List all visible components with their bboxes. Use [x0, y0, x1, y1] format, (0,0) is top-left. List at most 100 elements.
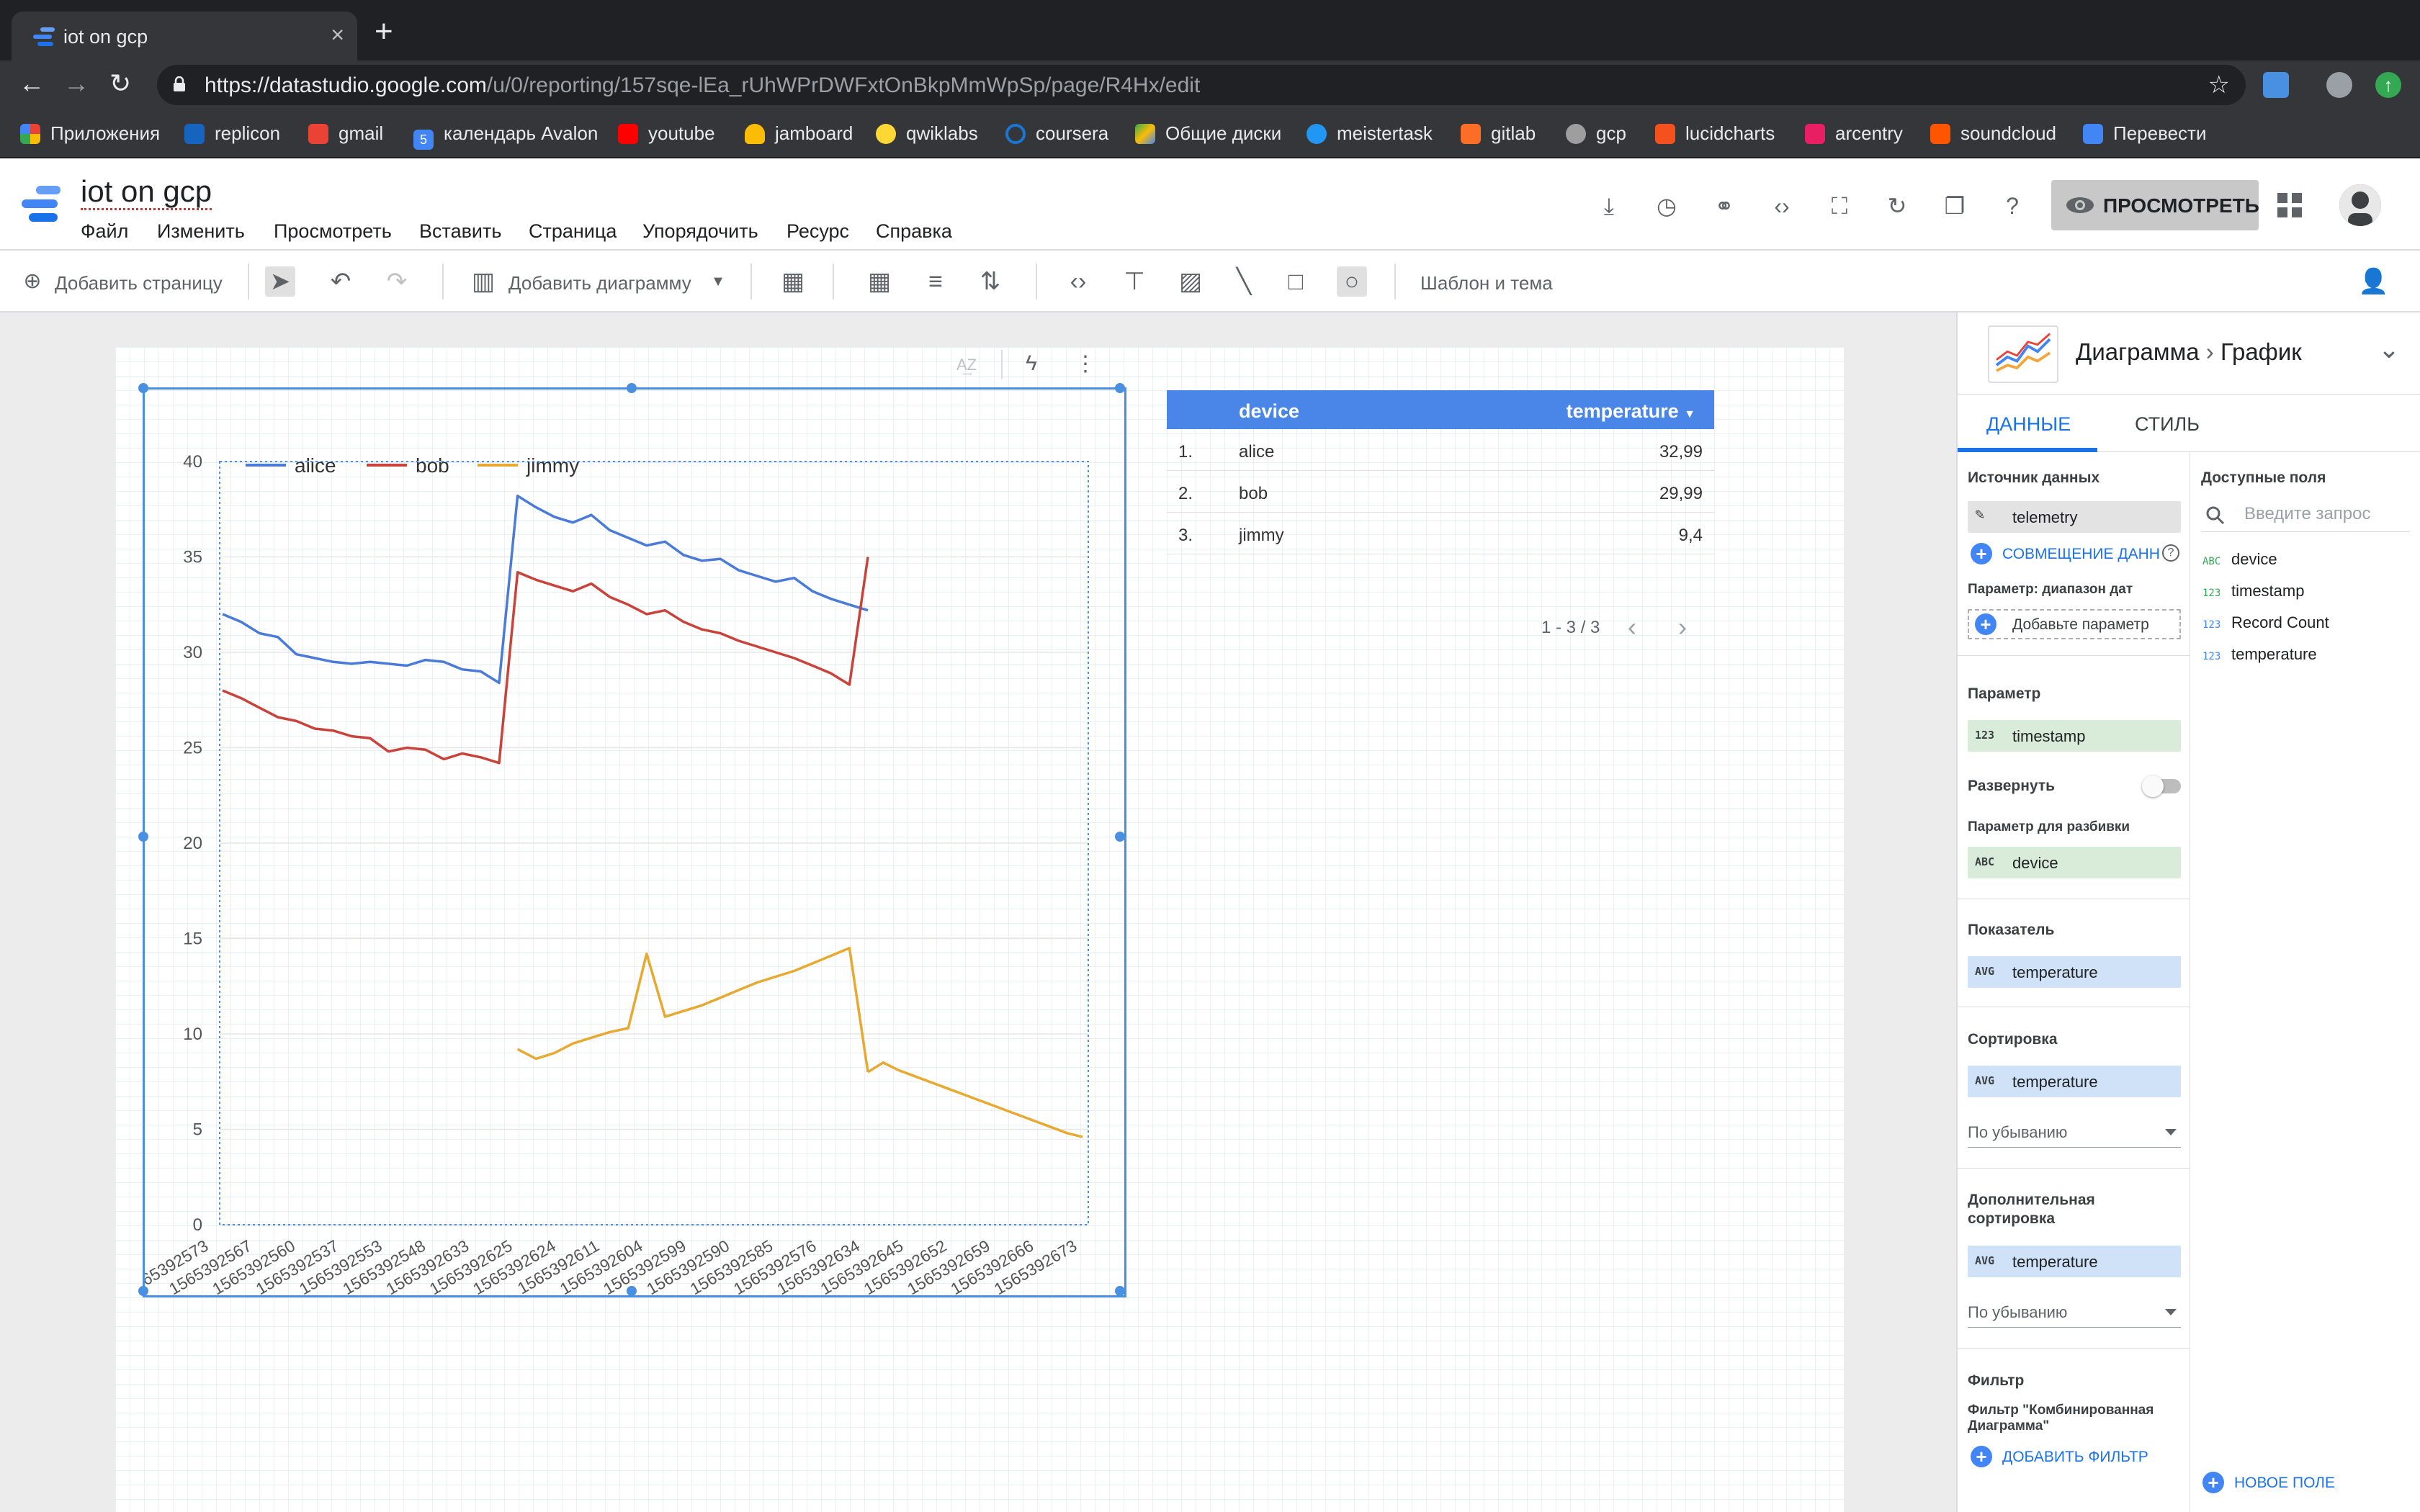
- new-tab-icon[interactable]: +: [375, 16, 393, 48]
- edit-pencil-icon[interactable]: ✎: [1975, 505, 1984, 523]
- bookmark-qwiklabs[interactable]: qwiklabs: [876, 122, 978, 145]
- bookmark-replicon[interactable]: replicon: [184, 122, 280, 145]
- expand-toggle[interactable]: [2142, 775, 2181, 797]
- next-page-icon[interactable]: ›: [1678, 612, 1687, 642]
- theme-button[interactable]: Шаблон и тема: [1420, 272, 1553, 294]
- sort-az-icon[interactable]: A͢Z: [956, 356, 977, 374]
- table-row[interactable]: 3. jimmy 9,4: [1167, 513, 1714, 554]
- undo-icon[interactable]: ↶: [326, 266, 356, 297]
- add-param-dropzone[interactable]: + Добавьте параметр: [1968, 609, 2181, 639]
- url-embed-icon[interactable]: ‹›: [1063, 266, 1093, 297]
- blend-add-icon[interactable]: +: [1971, 543, 1992, 564]
- field-search-input[interactable]: Введите запрос: [2244, 504, 2371, 524]
- chevron-down-icon[interactable]: ⌄: [2378, 334, 2400, 364]
- menu-page[interactable]: Страница: [529, 220, 617, 243]
- bookmark-apps[interactable]: Приложения: [20, 122, 160, 145]
- sort-order-select[interactable]: По убыванию: [1968, 1116, 2181, 1148]
- select-cursor-icon[interactable]: ➤: [265, 266, 295, 297]
- chevron-down-icon[interactable]: ▼: [703, 266, 733, 297]
- data-control-icon[interactable]: ⇅: [975, 266, 1005, 297]
- bookmark-lucidcharts[interactable]: lucidcharts: [1655, 122, 1775, 145]
- sort-chip[interactable]: AVG temperature: [1968, 1066, 2181, 1097]
- metric-chip[interactable]: AVG temperature: [1968, 956, 2181, 988]
- date-range-icon[interactable]: ▦: [864, 266, 895, 297]
- back-icon[interactable]: ←: [19, 71, 45, 96]
- close-tab-icon[interactable]: ×: [331, 22, 344, 48]
- share-add-person-icon[interactable]: 👤: [2358, 266, 2388, 297]
- user-avatar[interactable]: [2339, 184, 2381, 226]
- bookmark-gitlab[interactable]: gitlab: [1461, 122, 1536, 145]
- reload-icon[interactable]: ↻: [109, 71, 131, 96]
- bookmark-soundcloud[interactable]: soundcloud: [1930, 122, 2056, 145]
- bookmark-star-icon[interactable]: ☆: [2208, 71, 2230, 99]
- bookmark-gmail[interactable]: gmail: [308, 122, 383, 145]
- refresh-icon[interactable]: ↻: [1883, 192, 1912, 220]
- help-icon[interactable]: ?: [2162, 544, 2179, 562]
- text-box-icon[interactable]: ⊤: [1119, 266, 1150, 297]
- bookmark-arcentry[interactable]: arcentry: [1805, 122, 1903, 145]
- add-filter-icon[interactable]: +: [1971, 1446, 1992, 1467]
- update-icon[interactable]: ↑: [2375, 72, 2401, 98]
- field-timestamp[interactable]: 123 timestamp: [2202, 582, 2304, 600]
- view-button[interactable]: ПРОСМОТРЕТЬ: [2051, 180, 2259, 230]
- new-field-button[interactable]: НОВОЕ ПОЛЕ: [2234, 1475, 2335, 1492]
- link-icon[interactable]: ⚭: [1710, 192, 1739, 220]
- menu-file[interactable]: Файл: [81, 220, 128, 243]
- table-row[interactable]: 1. alice 32,99: [1167, 429, 1714, 471]
- url-field[interactable]: https://datastudio.google.com/u/0/report…: [157, 65, 2246, 105]
- download-icon[interactable]: ⤓: [1595, 192, 1623, 220]
- redo-icon[interactable]: ↷: [382, 266, 412, 297]
- filter-control-icon[interactable]: ≡: [920, 266, 951, 297]
- bookmark-coursera[interactable]: coursera: [1005, 122, 1108, 145]
- tab-data[interactable]: ДАННЫЕ: [1986, 413, 2071, 436]
- add-page-button[interactable]: Добавить страницу: [55, 272, 223, 294]
- blend-data-button[interactable]: СОВМЕЩЕНИЕ ДАНН: [2002, 546, 2160, 563]
- column-header-device[interactable]: device: [1239, 400, 1299, 423]
- secondary-sort-chip[interactable]: AVG temperature: [1968, 1246, 2181, 1277]
- breakdown-chip[interactable]: ABC device: [1968, 847, 2181, 878]
- community-viz-icon[interactable]: ▦: [778, 266, 808, 297]
- profile-icon[interactable]: [2326, 72, 2352, 98]
- menu-insert[interactable]: Вставить: [419, 220, 501, 243]
- bookmark-shared-drives[interactable]: Общие диски: [1135, 122, 1281, 145]
- tab-style[interactable]: СТИЛЬ: [2135, 413, 2200, 436]
- prev-page-icon[interactable]: ‹: [1628, 612, 1636, 642]
- fullscreen-icon[interactable]: ⛶: [1825, 192, 1854, 220]
- bookmark-calendar[interactable]: 5 календарь Avalon: [413, 122, 598, 150]
- field-record-count[interactable]: 123 Record Count: [2202, 613, 2329, 632]
- menu-edit[interactable]: Изменить: [157, 220, 245, 243]
- report-title[interactable]: iot on gcp: [81, 174, 212, 210]
- table-row[interactable]: 2. bob 29,99: [1167, 471, 1714, 513]
- bookmark-youtube[interactable]: youtube: [618, 122, 715, 145]
- line-chart[interactable]: alice bob jimmy 0 5 10 15 20 25 30 35 40 15653925…: [138, 383, 1126, 1297]
- extension-icon[interactable]: [2263, 72, 2289, 98]
- add-chart-button[interactable]: Добавить диаграмму: [508, 272, 691, 294]
- menu-view[interactable]: Просмотреть: [274, 220, 392, 243]
- line-icon[interactable]: ╲: [1229, 266, 1259, 297]
- dimension-chip[interactable]: 123 timestamp: [1968, 720, 2181, 752]
- column-header-temperature[interactable]: temperature ▼: [1567, 400, 1695, 423]
- report-page[interactable]: A͢Z ϟ ⋮ alice bob jimmy 0 5 10 15 20 25 30 35 40…: [115, 347, 1844, 1512]
- secondary-sort-order-select[interactable]: По убыванию: [1968, 1296, 2181, 1328]
- browser-tab[interactable]: iot on gcp ×: [12, 12, 357, 60]
- help-icon[interactable]: ?: [1998, 192, 2027, 220]
- data-source-chip[interactable]: ✎ telemetry: [1968, 501, 2181, 533]
- circle-icon[interactable]: ○: [1337, 266, 1367, 297]
- field-temperature[interactable]: 123 temperature: [2202, 645, 2317, 664]
- embed-icon[interactable]: ‹›: [1767, 192, 1796, 220]
- bookmark-gcp[interactable]: gcp: [1566, 122, 1626, 145]
- new-field-icon[interactable]: +: [2202, 1472, 2224, 1493]
- more-vert-icon[interactable]: ⋮: [1075, 351, 1096, 377]
- rectangle-icon[interactable]: □: [1281, 266, 1311, 297]
- device-table[interactable]: device temperature ▼ 1. alice 32,99 2. b…: [1167, 390, 1714, 554]
- bookmark-jamboard[interactable]: jamboard: [745, 122, 853, 145]
- menu-help[interactable]: Справка: [876, 220, 952, 243]
- image-icon[interactable]: ▨: [1175, 266, 1206, 297]
- menu-arrange[interactable]: Упорядочить: [642, 220, 758, 243]
- drill-bolt-icon[interactable]: ϟ: [1026, 351, 1037, 376]
- bookmark-meistertask[interactable]: meistertask: [1307, 122, 1433, 145]
- field-device[interactable]: ABC device: [2202, 550, 2277, 569]
- history-icon[interactable]: ◷: [1652, 192, 1681, 220]
- menu-resource[interactable]: Ресурс: [786, 220, 849, 243]
- add-filter-button[interactable]: ДОБАВИТЬ ФИЛЬТР: [2002, 1449, 2148, 1466]
